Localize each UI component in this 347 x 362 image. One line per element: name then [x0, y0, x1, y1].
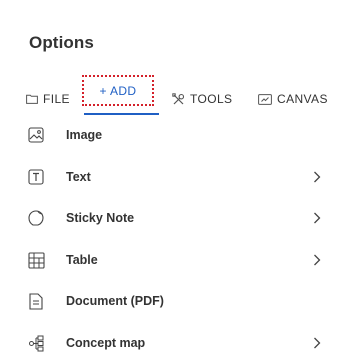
tab-tools-label: TOOLS [190, 92, 233, 106]
table-icon [26, 250, 46, 270]
chevron-right-icon [311, 211, 323, 225]
menu-item-label: Document (PDF) [66, 294, 164, 308]
tab-canvas-label: CANVAS [277, 92, 328, 106]
menu-item-label: Concept map [66, 336, 146, 350]
menu-item-table[interactable]: Table [0, 241, 347, 279]
menu-item-label: Table [66, 253, 98, 267]
tab-add-label: + ADD [99, 83, 137, 98]
chevron-right-icon [311, 170, 323, 184]
folder-icon [26, 94, 38, 104]
menu-item-document-pdf[interactable]: Document (PDF) [0, 282, 347, 320]
tab-file[interactable]: FILE [26, 82, 70, 116]
tab-canvas[interactable]: CANVAS [258, 82, 328, 116]
document-icon [26, 291, 46, 311]
menu-item-label: Sticky Note [66, 211, 135, 225]
image-icon [26, 125, 46, 145]
chevron-right-icon [311, 253, 323, 267]
menu-item-text[interactable]: Text [0, 158, 347, 196]
tab-add[interactable]: + ADD [82, 75, 154, 106]
tab-bar: FILE + ADD TOOLS CANVAS [0, 75, 347, 116]
panel-title: Options [29, 33, 94, 52]
menu-item-label: Text [66, 170, 91, 184]
concept-map-icon [26, 333, 46, 353]
menu-item-label: Image [66, 128, 103, 142]
menu-item-concept-map[interactable]: Concept map [0, 324, 347, 362]
tab-file-label: FILE [43, 92, 70, 106]
chevron-right-icon [311, 336, 323, 350]
menu-item-sticky-note[interactable]: Sticky Note [0, 199, 347, 237]
canvas-icon [258, 93, 272, 105]
active-tab-indicator [84, 113, 159, 115]
tools-icon [172, 92, 185, 106]
tab-tools[interactable]: TOOLS [172, 82, 232, 116]
menu-item-image[interactable]: Image [0, 116, 347, 154]
sticky-note-icon [26, 208, 46, 228]
text-icon [26, 167, 46, 187]
